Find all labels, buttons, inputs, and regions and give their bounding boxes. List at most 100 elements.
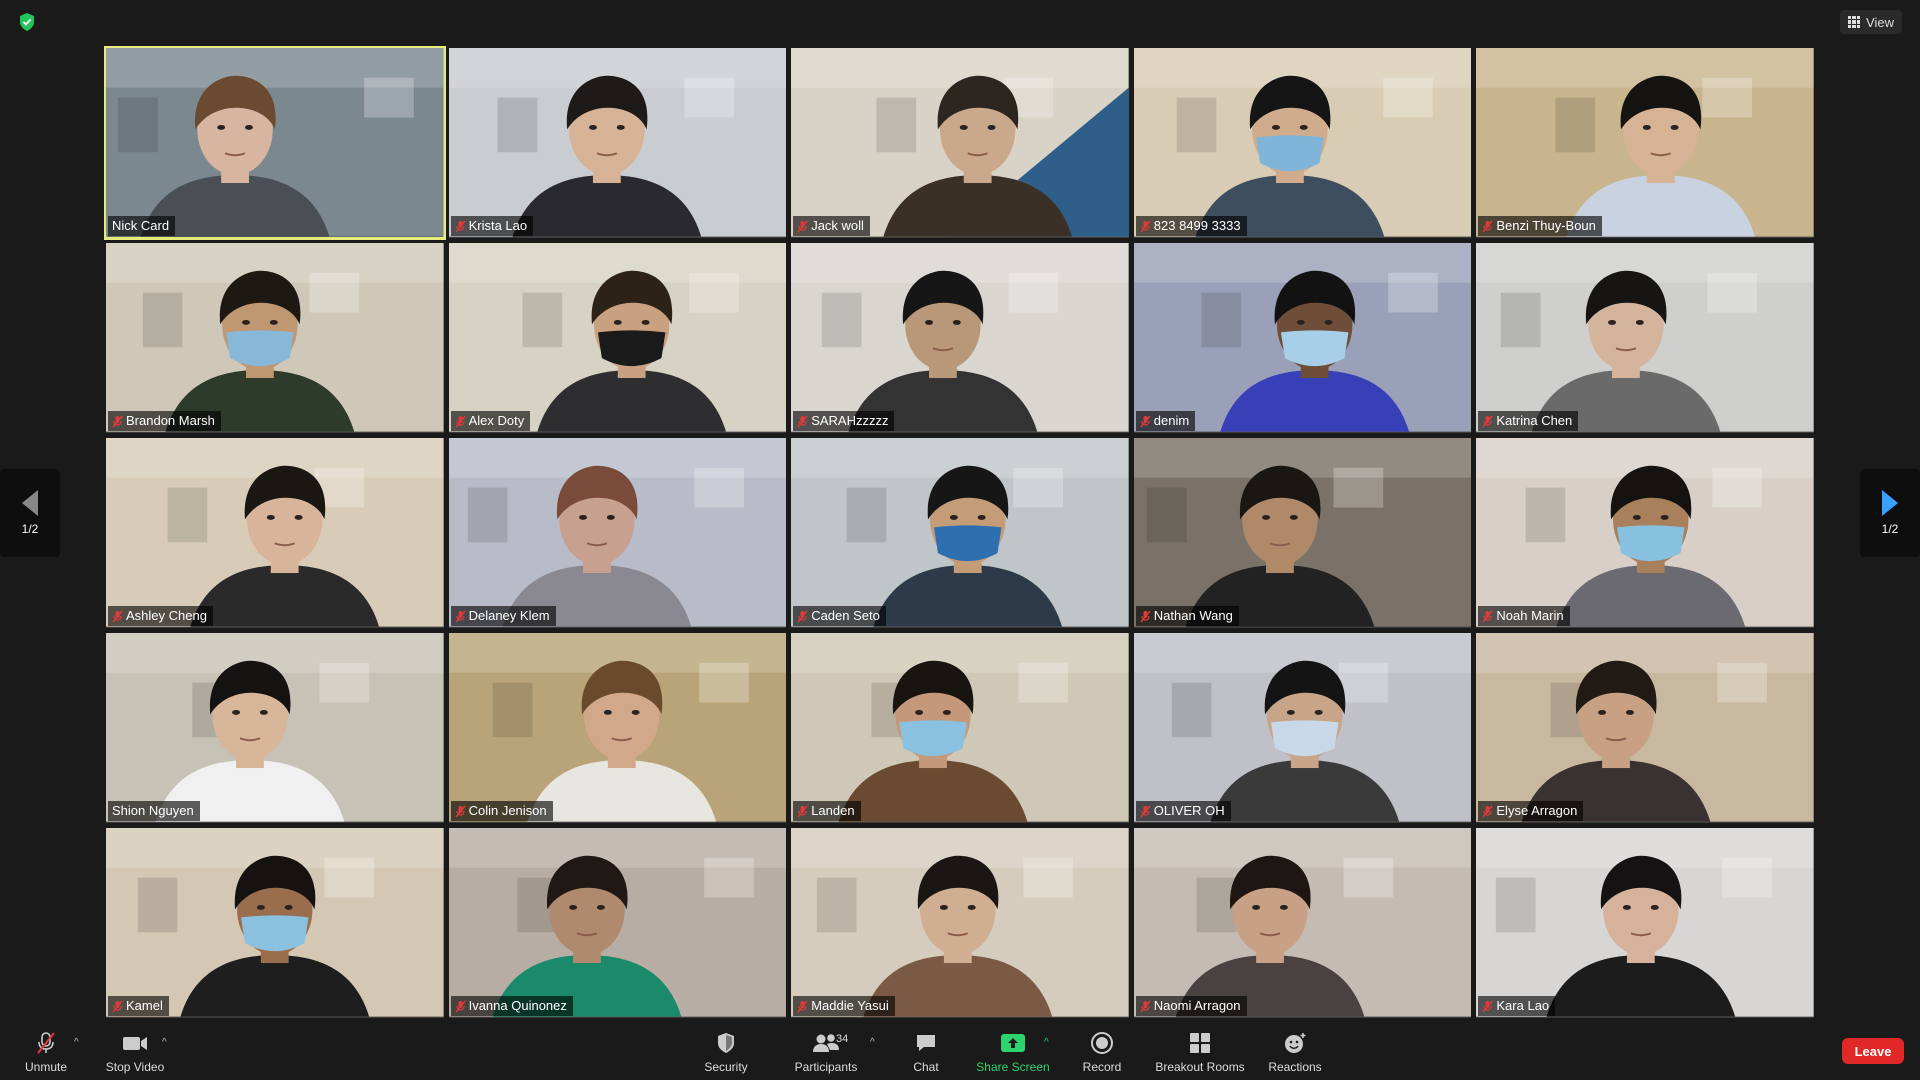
participant-name: Katrina Chen	[1496, 413, 1573, 428]
participant-video-feed	[1133, 243, 1472, 432]
next-page-button[interactable]: 1/2	[1860, 469, 1920, 557]
participant-tile[interactable]: Katrina Chen	[1476, 243, 1814, 433]
participant-name: Delaney Klem	[468, 608, 550, 623]
participant-tile[interactable]: Brandon Marsh	[106, 243, 444, 433]
participant-tile[interactable]: Maddie Yasui	[791, 828, 1129, 1018]
security-shield-icon	[712, 1030, 740, 1056]
chat-button[interactable]: Chat	[896, 1023, 956, 1080]
chat-label: Chat	[913, 1059, 939, 1074]
participant-video-feed	[791, 48, 1129, 237]
muted-microphone-icon	[455, 805, 466, 818]
participant-video-feed	[106, 243, 444, 432]
participant-video-feed	[448, 438, 787, 627]
muted-microphone-icon	[455, 415, 466, 428]
muted-microphone-icon	[1482, 220, 1493, 233]
participant-name-tag: Naomi Arragon	[1135, 996, 1247, 1016]
participant-name: Noah Marin	[1496, 608, 1564, 623]
participant-tile[interactable]: Nathan Wang	[1133, 438, 1472, 628]
muted-microphone-icon	[1140, 805, 1151, 818]
participants-count: 34	[836, 1032, 849, 1045]
muted-microphone-icon	[1140, 415, 1151, 428]
share-screen-button[interactable]: Share Screen	[968, 1023, 1058, 1080]
participant-tile[interactable]: Nick Card	[104, 46, 446, 240]
participant-video-feed	[1476, 828, 1814, 1017]
participant-tile[interactable]: Caden Seto	[791, 438, 1129, 628]
participant-tile[interactable]: Jack woll	[791, 48, 1129, 238]
record-button[interactable]: Record	[1072, 1023, 1132, 1080]
participant-video-feed	[106, 633, 444, 822]
zoom-meeting-window: View 1/2 1/2 Nick Card Krista Lao Jack wol…	[0, 0, 1920, 1080]
view-button[interactable]: View	[1840, 10, 1902, 34]
participant-name: Colin Jenison	[468, 803, 547, 818]
participants-button[interactable]: 34 Participants	[788, 1023, 864, 1080]
muted-microphone-icon	[455, 610, 466, 623]
gallery-grid-icon	[1848, 16, 1861, 28]
participant-tile[interactable]: Kara Lao	[1476, 828, 1814, 1018]
participant-tile[interactable]: Benzi Thuy-Boun	[1476, 48, 1814, 238]
participant-video-feed	[791, 633, 1129, 822]
muted-microphone-icon	[1140, 610, 1151, 623]
participants-label: Participants	[794, 1059, 858, 1074]
muted-microphone-icon	[797, 610, 808, 623]
participant-tile[interactable]: Ivanna Quinonez	[448, 828, 787, 1018]
muted-microphone-icon	[455, 220, 466, 233]
muted-microphone-icon	[797, 1000, 808, 1013]
participant-video-feed	[448, 243, 787, 432]
previous-page-button[interactable]: 1/2	[0, 469, 60, 557]
participant-name-tag: Colin Jenison	[450, 801, 553, 821]
record-icon	[1088, 1030, 1116, 1056]
muted-microphone-icon	[1140, 220, 1151, 233]
participant-tile[interactable]: Shion Nguyen	[106, 633, 444, 823]
participant-video-feed	[1476, 438, 1814, 627]
participant-tile[interactable]: OLIVER OH	[1133, 633, 1472, 823]
participant-tile[interactable]: Alex Doty	[448, 243, 787, 433]
participants-options-caret[interactable]: ^	[870, 1037, 880, 1048]
muted-microphone-icon	[797, 805, 808, 818]
leave-meeting-button[interactable]: Leave	[1842, 1038, 1904, 1064]
participant-tile[interactable]: Noah Marin	[1476, 438, 1814, 628]
participant-tile[interactable]: Krista Lao	[448, 48, 787, 238]
reactions-button[interactable]: Reactions	[1262, 1023, 1328, 1080]
participant-tile[interactable]: Naomi Arragon	[1133, 828, 1472, 1018]
participant-video-feed	[791, 438, 1129, 627]
participant-video-feed	[1133, 48, 1472, 237]
participant-name-tag: Ashley Cheng	[108, 606, 213, 626]
muted-microphone-icon	[797, 220, 808, 233]
participant-name-tag: Noah Marin	[1478, 606, 1570, 626]
video-options-caret[interactable]: ^	[162, 1037, 172, 1048]
unmute-button[interactable]: Unmute	[16, 1023, 76, 1080]
participant-name-tag: Nick Card	[108, 216, 176, 236]
participant-name-tag: Alex Doty	[450, 411, 531, 431]
stop-video-label: Stop Video	[105, 1059, 165, 1074]
participant-tile[interactable]: Delaney Klem	[448, 438, 787, 628]
participant-video-feed	[106, 438, 444, 627]
participant-tile[interactable]: Kamel	[106, 828, 444, 1018]
participant-name-tag: OLIVER OH	[1135, 801, 1231, 821]
reactions-label: Reactions	[1268, 1059, 1322, 1074]
video-camera-icon	[121, 1030, 149, 1056]
participant-video-feed	[448, 633, 787, 822]
stop-video-button[interactable]: Stop Video	[100, 1023, 170, 1080]
next-page-indicator: 1/2	[1881, 522, 1899, 536]
participant-name-tag: Brandon Marsh	[108, 411, 221, 431]
audio-options-caret[interactable]: ^	[74, 1037, 84, 1048]
participant-tile[interactable]: 823 8499 3333	[1133, 48, 1472, 238]
muted-microphone-icon	[1482, 1000, 1493, 1013]
share-options-caret[interactable]: ^	[1044, 1037, 1054, 1048]
encryption-shield-icon[interactable]	[18, 12, 36, 32]
participant-tile[interactable]: denim	[1133, 243, 1472, 433]
participant-tile[interactable]: SARAHzzzzz	[791, 243, 1129, 433]
breakout-rooms-button[interactable]: Breakout Rooms	[1150, 1023, 1250, 1080]
security-button[interactable]: Security	[696, 1023, 756, 1080]
participant-name: Ivanna Quinonez	[468, 998, 567, 1013]
participant-tile[interactable]: Ashley Cheng	[106, 438, 444, 628]
participant-name-tag: 823 8499 3333	[1135, 216, 1247, 236]
reactions-smiley-icon	[1281, 1030, 1309, 1056]
participant-tile[interactable]: Elyse Arragon	[1476, 633, 1814, 823]
participant-tile[interactable]: Colin Jenison	[448, 633, 787, 823]
previous-page-indicator: 1/2	[21, 522, 39, 536]
share-screen-label: Share Screen	[976, 1059, 1050, 1074]
participant-name: Elyse Arragon	[1496, 803, 1578, 818]
participant-tile[interactable]: Landen	[791, 633, 1129, 823]
muted-microphone-icon	[1482, 415, 1493, 428]
